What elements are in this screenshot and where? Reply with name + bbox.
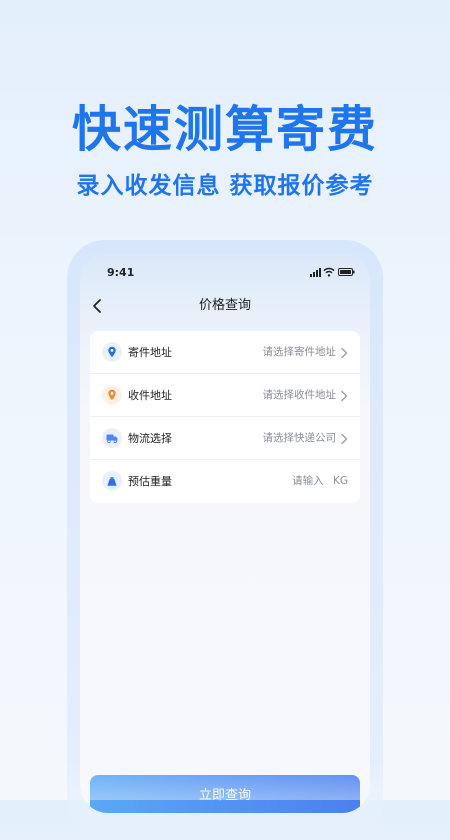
chevron-right-icon	[341, 390, 348, 402]
wifi-icon	[323, 267, 335, 277]
page-title: 价格查询	[198, 298, 251, 313]
phone-screen: 9:41 价格查询 寄件地址 请选择寄件地址 收件地址 请选择收件地址 物流选择…	[80, 253, 370, 813]
location-pin-icon	[102, 342, 122, 362]
hero-title: 快速测算寄费	[71, 101, 378, 158]
price-query-form: 寄件地址 请选择寄件地址 收件地址 请选择收件地址 物流选择 请选择快递公司 预…	[90, 331, 360, 503]
form-row-sender-address[interactable]: 寄件地址 请选择寄件地址	[90, 331, 360, 374]
signal-icon	[310, 268, 321, 277]
receiver-address-placeholder: 请选择收件地址	[262, 389, 337, 401]
form-row-logistics[interactable]: 物流选择 请选择快递公司	[90, 417, 360, 460]
submit-query-button[interactable]: 立即查询	[90, 775, 360, 813]
truck-icon	[102, 428, 122, 448]
form-row-receiver-address[interactable]: 收件地址 请选择收件地址	[90, 374, 360, 417]
chevron-right-icon	[341, 433, 348, 445]
chevron-right-icon	[341, 347, 348, 359]
form-row-weight[interactable]: 预估重量 请输入 KG	[90, 460, 360, 503]
battery-icon	[338, 268, 355, 276]
status-bar: 9:41	[80, 253, 370, 293]
status-icons	[310, 267, 356, 277]
hero-subtitle: 录入收发信息 获取报价参考	[76, 173, 374, 199]
status-time: 9:41	[107, 266, 135, 279]
weight-input[interactable]: 请输入 KG	[292, 474, 348, 489]
weight-input-placeholder: 请输入	[292, 475, 324, 487]
logistics-placeholder: 请选择快递公司	[262, 432, 337, 444]
weight-bag-icon	[102, 471, 122, 491]
sender-address-placeholder: 请选择寄件地址	[262, 346, 337, 358]
row-label: 寄件地址	[128, 346, 172, 359]
location-pin-icon	[102, 385, 122, 405]
row-label: 物流选择	[128, 432, 172, 445]
row-label: 预估重量	[128, 475, 172, 488]
weight-unit: KG	[332, 475, 348, 487]
row-label: 收件地址	[128, 389, 172, 402]
